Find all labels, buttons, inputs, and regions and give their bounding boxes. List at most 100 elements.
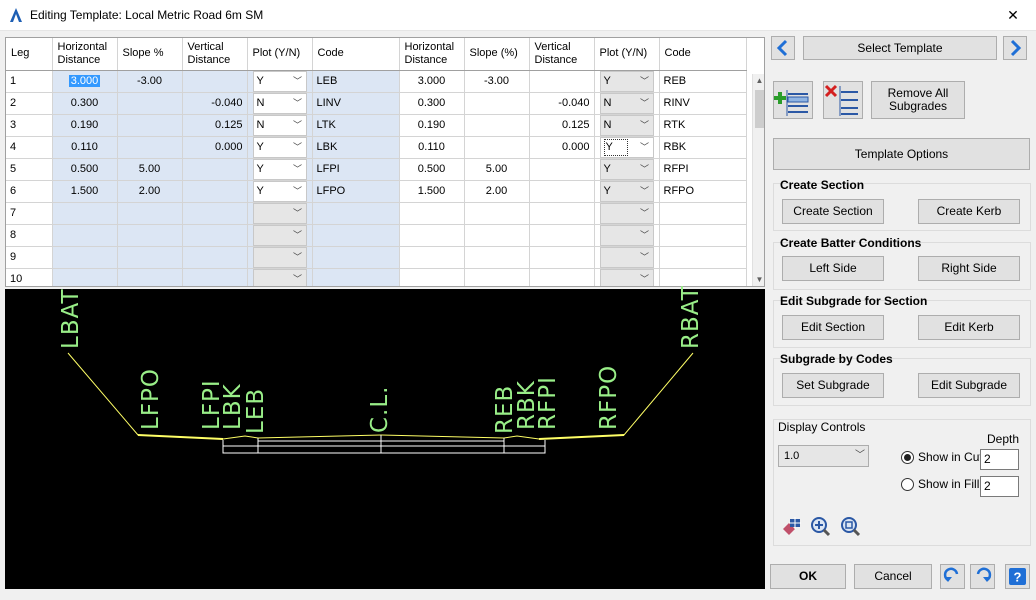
right-code-cell[interactable]: RBK	[659, 136, 747, 159]
left-plot-select[interactable]: ﹀	[252, 268, 307, 286]
scroll-thumb[interactable]	[755, 90, 764, 128]
right-horizontal-distance-cell[interactable]: 0.190	[399, 114, 465, 137]
right-plot-select[interactable]: ﹀	[599, 246, 654, 267]
left-slope-cell[interactable]	[117, 246, 183, 269]
right-slope-cell[interactable]	[464, 224, 530, 247]
right-slope-cell[interactable]	[464, 136, 530, 159]
right-code-cell[interactable]: RTK	[659, 114, 747, 137]
right-horizontal-distance-cell[interactable]	[399, 202, 465, 225]
left-horizontal-distance-cell[interactable]: 1.500	[52, 180, 118, 203]
zoom-extents-icon[interactable]	[838, 515, 862, 537]
left-horizontal-distance-cell[interactable]: 0.110	[52, 136, 118, 159]
left-horizontal-distance-cell[interactable]: 0.500	[52, 158, 118, 181]
right-slope-cell[interactable]	[464, 268, 530, 286]
left-plot-select[interactable]: N ﹀	[252, 92, 307, 113]
right-plot-select[interactable]: N ﹀	[599, 114, 654, 135]
right-code-cell[interactable]	[659, 224, 747, 247]
next-template-button[interactable]	[1003, 36, 1027, 60]
right-horizontal-distance-cell[interactable]	[399, 246, 465, 269]
left-code-cell[interactable]	[312, 202, 400, 225]
right-vertical-distance-cell[interactable]	[529, 202, 595, 225]
left-horizontal-distance-cell[interactable]	[52, 268, 118, 286]
remove-all-subgrades-button[interactable]: Remove All Subgrades	[871, 81, 965, 119]
right-plot-select[interactable]: Y ﹀	[599, 180, 654, 201]
right-horizontal-distance-cell[interactable]	[399, 268, 465, 286]
left-vertical-distance-cell[interactable]	[182, 246, 248, 269]
show-in-cut-radio[interactable]	[901, 451, 914, 464]
right-slope-cell[interactable]: -3.00	[464, 70, 530, 93]
right-slope-cell[interactable]	[464, 92, 530, 115]
right-plot-select[interactable]: Y ﹀	[599, 136, 654, 157]
show-in-fill-radio[interactable]	[901, 478, 914, 491]
right-vertical-distance-cell[interactable]	[529, 70, 595, 93]
left-plot-select[interactable]: ﹀	[252, 202, 307, 223]
right-horizontal-distance-cell[interactable]: 0.110	[399, 136, 465, 159]
create-kerb-button[interactable]: Create Kerb	[918, 199, 1020, 224]
right-horizontal-distance-cell[interactable]: 0.500	[399, 158, 465, 181]
left-code-cell[interactable]: LEB	[312, 70, 400, 93]
left-plot-select[interactable]: Y ﹀	[252, 136, 307, 157]
display-scale-select[interactable]: 1.0 ﹀	[778, 445, 869, 467]
right-slope-cell[interactable]	[464, 202, 530, 225]
left-vertical-distance-cell[interactable]: 0.125	[182, 114, 248, 137]
zoom-in-icon[interactable]	[808, 515, 832, 537]
right-slope-cell[interactable]: 5.00	[464, 158, 530, 181]
left-horizontal-distance-cell[interactable]: 0.190	[52, 114, 118, 137]
right-vertical-distance-cell[interactable]: -0.040	[529, 92, 595, 115]
help-button[interactable]: ?	[1005, 564, 1030, 589]
left-plot-select[interactable]: Y ﹀	[252, 70, 307, 91]
select-template-button[interactable]: Select Template	[803, 36, 997, 60]
grid-scrollbar[interactable]: ▲ ▼	[752, 74, 764, 286]
left-slope-cell[interactable]	[117, 268, 183, 286]
left-code-cell[interactable]: LFPO	[312, 180, 400, 203]
right-code-cell[interactable]: RFPI	[659, 158, 747, 181]
right-code-cell[interactable]	[659, 246, 747, 269]
left-horizontal-distance-cell[interactable]	[52, 202, 118, 225]
left-slope-cell[interactable]: 2.00	[117, 180, 183, 203]
left-plot-select[interactable]: Y ﹀	[252, 180, 307, 201]
left-slope-cell[interactable]	[117, 136, 183, 159]
right-code-cell[interactable]	[659, 202, 747, 225]
left-slope-cell[interactable]	[117, 224, 183, 247]
right-plot-select[interactable]: Y ﹀	[599, 158, 654, 179]
edit-subgrade-button[interactable]: Edit Subgrade	[918, 373, 1020, 398]
right-code-cell[interactable]: REB	[659, 70, 747, 93]
undo-button[interactable]	[940, 564, 965, 589]
right-code-cell[interactable]	[659, 268, 747, 286]
fill-depth-input[interactable]: 2	[980, 476, 1019, 497]
right-vertical-distance-cell[interactable]	[529, 158, 595, 181]
scroll-down-icon[interactable]: ▼	[753, 273, 764, 286]
left-horizontal-distance-cell[interactable]	[52, 224, 118, 247]
edit-section-button[interactable]: Edit Section	[782, 315, 884, 340]
left-code-cell[interactable]: LBK	[312, 136, 400, 159]
left-plot-select[interactable]: ﹀	[252, 246, 307, 267]
left-horizontal-distance-cell[interactable]: 0.300	[52, 92, 118, 115]
right-code-cell[interactable]: RINV	[659, 92, 747, 115]
left-code-cell[interactable]: LINV	[312, 92, 400, 115]
add-subgrade-button[interactable]	[773, 81, 813, 119]
left-plot-select[interactable]: N ﹀	[252, 114, 307, 135]
left-vertical-distance-cell[interactable]: -0.040	[182, 92, 248, 115]
edit-kerb-button[interactable]: Edit Kerb	[918, 315, 1020, 340]
close-button[interactable]: ✕	[990, 0, 1036, 31]
left-slope-cell[interactable]: -3.00	[117, 70, 183, 93]
redo-button[interactable]	[970, 564, 995, 589]
right-plot-select[interactable]: ﹀	[599, 268, 654, 286]
right-vertical-distance-cell[interactable]: 0.125	[529, 114, 595, 137]
left-horizontal-distance-cell[interactable]: 3.000	[52, 70, 118, 93]
cut-depth-input[interactable]: 2	[980, 449, 1019, 470]
right-plot-select[interactable]: N ﹀	[599, 92, 654, 113]
right-plot-select[interactable]: ﹀	[599, 202, 654, 223]
left-plot-select[interactable]: ﹀	[252, 224, 307, 245]
right-horizontal-distance-cell[interactable]: 3.000	[399, 70, 465, 93]
right-vertical-distance-cell[interactable]	[529, 268, 595, 286]
selected-value[interactable]: 3.000	[68, 75, 101, 87]
scroll-up-icon[interactable]: ▲	[753, 74, 764, 88]
right-plot-select[interactable]: ﹀	[599, 224, 654, 245]
create-section-button[interactable]: Create Section	[782, 199, 884, 224]
right-code-cell[interactable]: RFPO	[659, 180, 747, 203]
right-horizontal-distance-cell[interactable]	[399, 224, 465, 247]
left-vertical-distance-cell[interactable]	[182, 70, 248, 93]
left-vertical-distance-cell[interactable]	[182, 268, 248, 286]
left-code-cell[interactable]	[312, 246, 400, 269]
